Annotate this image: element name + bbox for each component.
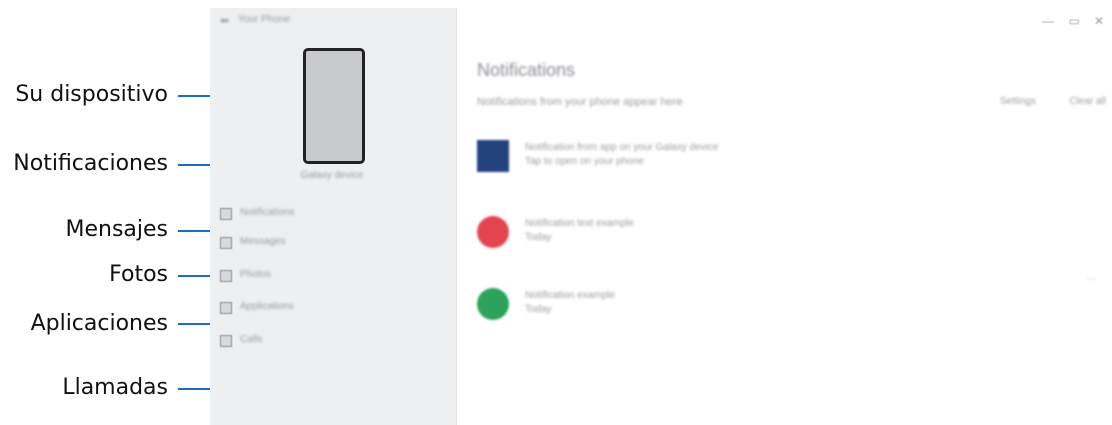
page-subtitle: Notifications from your phone appear her… (477, 96, 683, 108)
photo-icon (220, 270, 232, 282)
app-icon (477, 140, 509, 172)
sidebar-item-notifications[interactable]: Notifications (220, 206, 420, 222)
device-name: Galaxy device (300, 170, 364, 181)
close-button[interactable]: ✕ (1094, 14, 1104, 28)
sidebar-item-label: Applications (240, 301, 294, 312)
sidebar-item-photos[interactable]: Photos (220, 268, 420, 284)
leader-line-calls (178, 388, 214, 390)
apps-icon (220, 302, 232, 314)
phone-icon (220, 335, 232, 347)
clear-all-link[interactable]: Clear all (1069, 96, 1106, 107)
notification-title: Notification from app on your Galaxy dev… (525, 142, 719, 153)
window-title: Your Phone (238, 14, 290, 25)
notification-subtitle: Today (525, 232, 552, 243)
phone-image[interactable] (303, 48, 365, 164)
bell-icon (220, 208, 232, 220)
message-icon (220, 237, 232, 249)
back-arrow-icon[interactable]: ⬅ (220, 14, 229, 27)
sidebar: ⬅ Your Phone Galaxy device Notifications… (210, 8, 457, 425)
callout-aplicaciones: Aplicaciones (30, 311, 168, 336)
notification-subtitle: Today (525, 304, 552, 315)
page-title: Notifications (477, 60, 576, 80)
sidebar-item-label: Notifications (240, 207, 295, 218)
app-icon (477, 216, 509, 248)
sidebar-item-calls[interactable]: Calls (220, 333, 420, 349)
notification-item[interactable]: Notification example Today (477, 288, 1077, 328)
notification-item[interactable]: Notification from app on your Galaxy dev… (477, 140, 1077, 180)
minimize-button[interactable]: — (1042, 14, 1054, 28)
sidebar-item-messages[interactable]: Messages (220, 235, 420, 251)
app-icon (477, 288, 509, 320)
settings-link[interactable]: Settings (1000, 96, 1036, 107)
more-options-icon[interactable]: ⋯ (1086, 274, 1096, 285)
callout-notificaciones: Notificaciones (13, 151, 168, 176)
callout-fotos: Fotos (109, 262, 168, 287)
notification-subtitle: Tap to open on your phone (525, 156, 644, 167)
sidebar-item-label: Calls (240, 334, 263, 345)
app-window: ⬅ Your Phone Galaxy device Notifications… (210, 8, 1112, 425)
sidebar-item-applications[interactable]: Applications (220, 300, 420, 316)
main-panel: — ▭ ✕ Notifications Notifications from y… (457, 8, 1112, 425)
callout-su-dispositivo: Su dispositivo (15, 82, 168, 107)
notification-title: Notification example (525, 290, 616, 301)
sidebar-item-label: Photos (240, 269, 272, 280)
callout-llamadas: Llamadas (62, 375, 168, 400)
callout-mensajes: Mensajes (65, 217, 168, 242)
notification-title: Notification text example (525, 218, 634, 229)
notification-item[interactable]: Notification text example Today (477, 216, 1077, 256)
maximize-button[interactable]: ▭ (1069, 14, 1080, 28)
sidebar-item-label: Messages (240, 236, 286, 247)
